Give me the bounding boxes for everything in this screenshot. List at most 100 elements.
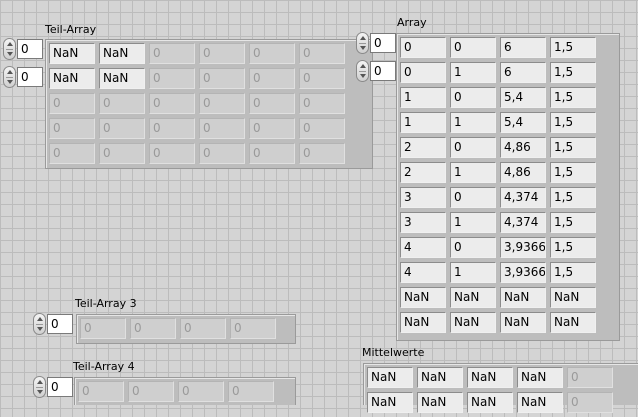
array-cell[interactable]: NaN — [517, 392, 563, 413]
array-cell[interactable]: 0 — [49, 143, 95, 164]
spinner-icon[interactable] — [356, 32, 369, 54]
array-cell[interactable]: 0 — [299, 93, 345, 114]
spinner-icon[interactable] — [3, 38, 16, 60]
array-cell[interactable]: 0 — [130, 318, 176, 339]
array-cell[interactable]: 0 — [49, 118, 95, 139]
array-cell[interactable]: 4 — [400, 237, 446, 258]
array-cell[interactable]: 0 — [249, 68, 295, 89]
index-value[interactable]: 0 — [47, 377, 73, 397]
array-cell[interactable]: 1,5 — [550, 112, 596, 133]
array-cell[interactable]: 0 — [230, 318, 276, 339]
array-cell[interactable]: 0 — [567, 392, 613, 413]
spinner-icon[interactable] — [33, 376, 46, 398]
array-cell[interactable]: 0 — [180, 318, 226, 339]
index-value[interactable]: 0 — [370, 61, 396, 81]
array-cell[interactable]: 4,374 — [500, 187, 546, 208]
array-cell[interactable]: 3 — [400, 212, 446, 233]
array-cell[interactable]: 2 — [400, 162, 446, 183]
array-cell[interactable]: 0 — [249, 93, 295, 114]
array-cell[interactable]: 0 — [450, 187, 496, 208]
array-cell[interactable]: 1,5 — [550, 237, 596, 258]
array-cell[interactable]: 3,9366 — [500, 262, 546, 283]
array-cell[interactable]: 3,9366 — [500, 237, 546, 258]
array-cell[interactable]: NaN — [49, 43, 95, 64]
array-cell[interactable]: 1,5 — [550, 262, 596, 283]
array-cell[interactable]: 0 — [78, 381, 124, 402]
array-cell[interactable]: 6 — [500, 37, 546, 58]
array-cell[interactable]: 0 — [400, 62, 446, 83]
array-cell[interactable]: NaN — [49, 68, 95, 89]
array-cell[interactable]: 0 — [249, 43, 295, 64]
array-cell[interactable]: 1,5 — [550, 187, 596, 208]
array-cell[interactable]: 0 — [299, 68, 345, 89]
array-cell[interactable]: 1 — [450, 112, 496, 133]
array-cell[interactable]: NaN — [467, 392, 513, 413]
array-cell[interactable]: 1,5 — [550, 87, 596, 108]
array-cell[interactable]: NaN — [450, 312, 496, 333]
array-cell[interactable]: 0 — [149, 143, 195, 164]
array-cell[interactable]: NaN — [500, 287, 546, 308]
array-cell[interactable]: NaN — [550, 287, 596, 308]
spinner-icon[interactable] — [3, 66, 16, 88]
array-cell[interactable]: 1,5 — [550, 137, 596, 158]
array-cell[interactable]: NaN — [500, 312, 546, 333]
array-cell[interactable]: 4 — [400, 262, 446, 283]
array-cell[interactable]: 0 — [228, 381, 274, 402]
array-cell[interactable]: 0 — [299, 118, 345, 139]
array-cell[interactable]: 4,86 — [500, 137, 546, 158]
array-cell[interactable]: NaN — [400, 287, 446, 308]
array-cell[interactable]: NaN — [517, 367, 563, 388]
array-cell[interactable]: 1,5 — [550, 212, 596, 233]
array-cell[interactable]: 0 — [178, 381, 224, 402]
array-cell[interactable]: 0 — [199, 143, 245, 164]
array-cell[interactable]: NaN — [417, 392, 463, 413]
array-cell[interactable]: 0 — [49, 93, 95, 114]
array-cell[interactable]: 0 — [128, 381, 174, 402]
array-cell[interactable]: 1 — [450, 262, 496, 283]
array-cell[interactable]: 1 — [400, 87, 446, 108]
array-cell[interactable]: 0 — [450, 37, 496, 58]
array-cell[interactable]: 0 — [199, 118, 245, 139]
array-cell[interactable]: 0 — [450, 137, 496, 158]
array-cell[interactable]: NaN — [99, 68, 145, 89]
array-cell[interactable]: 0 — [199, 93, 245, 114]
array-cell[interactable]: 0 — [149, 118, 195, 139]
array-cell[interactable]: 6 — [500, 62, 546, 83]
array-cell[interactable]: NaN — [367, 367, 413, 388]
array-cell[interactable]: 1,5 — [550, 162, 596, 183]
array-cell[interactable]: 0 — [149, 93, 195, 114]
array-cell[interactable]: NaN — [467, 367, 513, 388]
index-value[interactable]: 0 — [17, 67, 43, 87]
array-cell[interactable]: NaN — [367, 392, 413, 413]
array-cell[interactable]: 0 — [249, 143, 295, 164]
array-cell[interactable]: 1,5 — [550, 37, 596, 58]
array-cell[interactable]: 1 — [450, 162, 496, 183]
array-cell[interactable]: 0 — [99, 118, 145, 139]
array-cell[interactable]: 1 — [400, 112, 446, 133]
array-cell[interactable]: 0 — [149, 68, 195, 89]
array-cell[interactable]: NaN — [450, 287, 496, 308]
index-value[interactable]: 0 — [17, 39, 43, 59]
array-cell[interactable]: NaN — [417, 367, 463, 388]
array-cell[interactable]: 4,374 — [500, 212, 546, 233]
array-cell[interactable]: 0 — [299, 43, 345, 64]
array-cell[interactable]: 1 — [450, 212, 496, 233]
array-cell[interactable]: 5,4 — [500, 87, 546, 108]
array-cell[interactable]: 0 — [249, 118, 295, 139]
spinner-icon[interactable] — [33, 313, 46, 335]
array-cell[interactable]: 2 — [400, 137, 446, 158]
array-cell[interactable]: 1,5 — [550, 62, 596, 83]
spinner-icon[interactable] — [356, 60, 369, 82]
array-cell[interactable]: 0 — [99, 93, 145, 114]
array-cell[interactable]: NaN — [550, 312, 596, 333]
array-cell[interactable]: 0 — [400, 37, 446, 58]
array-cell[interactable]: 0 — [299, 143, 345, 164]
array-cell[interactable]: 3 — [400, 187, 446, 208]
array-cell[interactable]: 0 — [567, 367, 613, 388]
array-cell[interactable]: 5,4 — [500, 112, 546, 133]
array-cell[interactable]: 0 — [199, 68, 245, 89]
array-cell[interactable]: NaN — [99, 43, 145, 64]
array-cell[interactable]: 4,86 — [500, 162, 546, 183]
array-cell[interactable]: NaN — [400, 312, 446, 333]
index-value[interactable]: 0 — [47, 314, 73, 334]
